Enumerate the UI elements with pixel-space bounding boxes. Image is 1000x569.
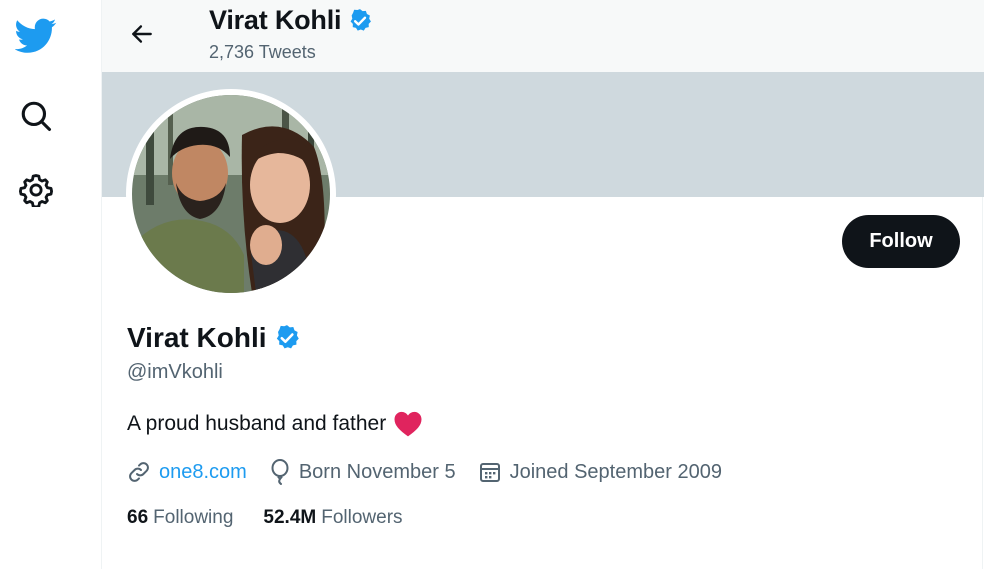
following-link[interactable]: 66 Following bbox=[127, 507, 233, 529]
link-icon bbox=[129, 462, 149, 482]
red-heart-icon bbox=[393, 410, 423, 437]
followers-link[interactable]: 52.4M Followers bbox=[263, 507, 402, 529]
following-count: 66 bbox=[127, 507, 149, 528]
twitter-logo-icon[interactable] bbox=[12, 12, 60, 60]
profile-handle: @imVkohli bbox=[127, 361, 223, 383]
search-icon[interactable] bbox=[12, 92, 60, 140]
profile-column: Virat Kohli 2,736 Tweets Follow Virat Ko… bbox=[101, 0, 984, 569]
joined-text: Joined September 2009 bbox=[509, 460, 722, 483]
sidebar-nav bbox=[0, 0, 101, 569]
header-name: Virat Kohli bbox=[209, 5, 342, 35]
website-link[interactable]: one8.com bbox=[159, 461, 247, 484]
profile-bio: A proud husband and father bbox=[127, 410, 423, 437]
calendar-icon bbox=[479, 463, 500, 482]
birthday-item: Born November 5 bbox=[269, 459, 456, 485]
following-label: Following bbox=[153, 507, 234, 528]
follow-button[interactable]: Follow bbox=[842, 215, 960, 268]
birthday-text: Born November 5 bbox=[298, 460, 456, 483]
joined-item: Joined September 2009 bbox=[478, 460, 722, 484]
followers-label: Followers bbox=[321, 507, 403, 528]
tweet-count: 2,736 Tweets bbox=[209, 42, 316, 62]
website-item: one8.com bbox=[127, 460, 247, 484]
back-button[interactable] bbox=[124, 16, 160, 52]
avatar[interactable] bbox=[126, 89, 336, 299]
profile-meta: one8.com Born November 5 Joined Septembe… bbox=[127, 459, 744, 485]
follow-stats: 66 Following 52.4M Followers bbox=[127, 507, 433, 529]
verified-badge-icon bbox=[347, 8, 373, 34]
avatar-photo bbox=[132, 95, 330, 293]
profile-name-row: Virat Kohli bbox=[127, 322, 301, 354]
bio-text: A proud husband and father bbox=[127, 411, 387, 435]
header-name-row: Virat Kohli bbox=[209, 5, 373, 36]
verified-badge-icon bbox=[273, 324, 301, 352]
balloon-icon bbox=[271, 459, 289, 485]
gear-icon[interactable] bbox=[12, 166, 60, 214]
profile-header-bar: Virat Kohli 2,736 Tweets bbox=[102, 0, 984, 72]
back-arrow-icon bbox=[132, 25, 152, 43]
followers-count: 52.4M bbox=[263, 507, 317, 528]
profile-name: Virat Kohli bbox=[127, 322, 267, 353]
